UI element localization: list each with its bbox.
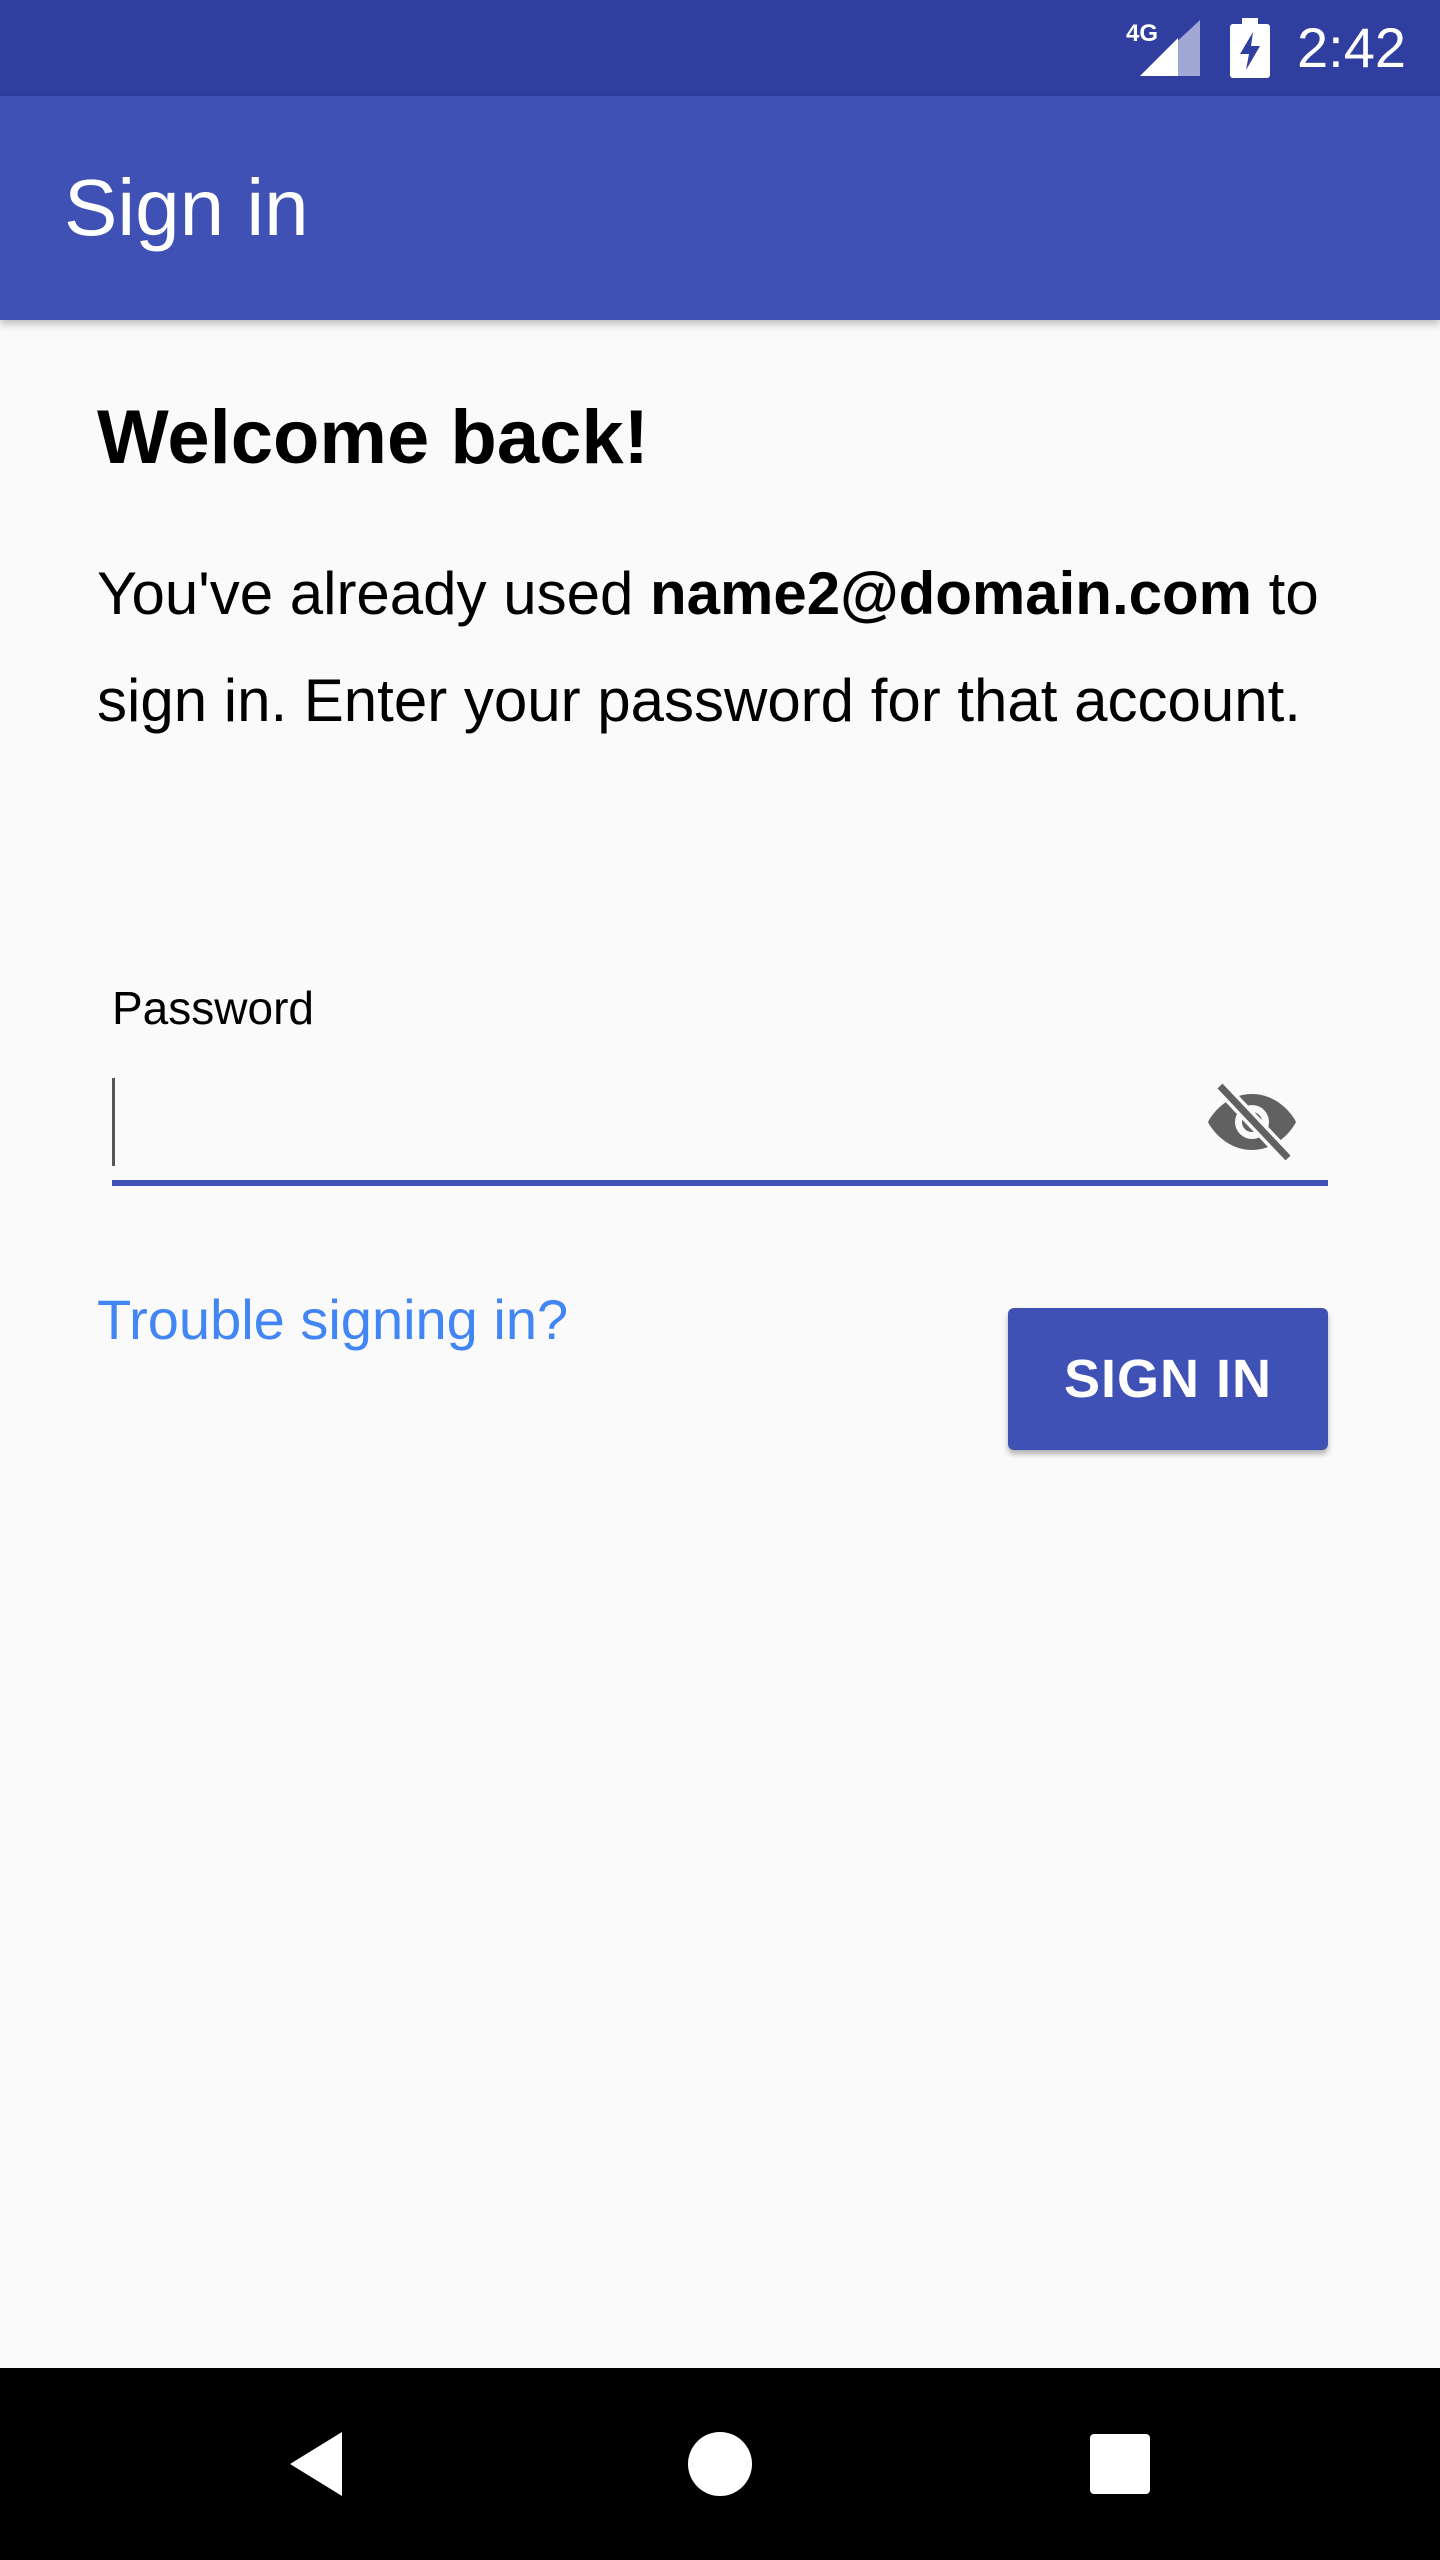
trouble-signing-in-link[interactable]: Trouble signing in? (97, 1286, 568, 1354)
password-label: Password (112, 982, 314, 1034)
message-prefix: You've already used (97, 560, 650, 627)
visibility-off-icon[interactable] (1204, 1082, 1300, 1162)
status-time: 2:42 (1297, 16, 1406, 79)
home-icon (688, 2432, 752, 2496)
password-underline (112, 1180, 1328, 1186)
password-input[interactable] (112, 1070, 1192, 1150)
home-button[interactable] (620, 2368, 820, 2560)
battery-charging-icon (1230, 18, 1270, 78)
navigation-bar (0, 2368, 1440, 2560)
signal-icon (1140, 20, 1200, 76)
sign-in-button[interactable]: SIGN IN (1008, 1308, 1328, 1450)
back-button[interactable] (220, 2368, 420, 2560)
password-field (112, 1060, 1328, 1186)
recents-icon (1090, 2434, 1150, 2494)
status-bar: 4G 2:42 (0, 0, 1440, 96)
account-email: name2@domain.com (649, 560, 1252, 627)
sign-in-message: You've already used name2@domain.com to … (97, 540, 1377, 754)
page-title: Sign in (64, 163, 309, 252)
recents-button[interactable] (1020, 2368, 1220, 2560)
app-bar: Sign in (0, 96, 1440, 320)
welcome-heading: Welcome back! (97, 395, 649, 480)
back-icon (290, 2432, 342, 2496)
